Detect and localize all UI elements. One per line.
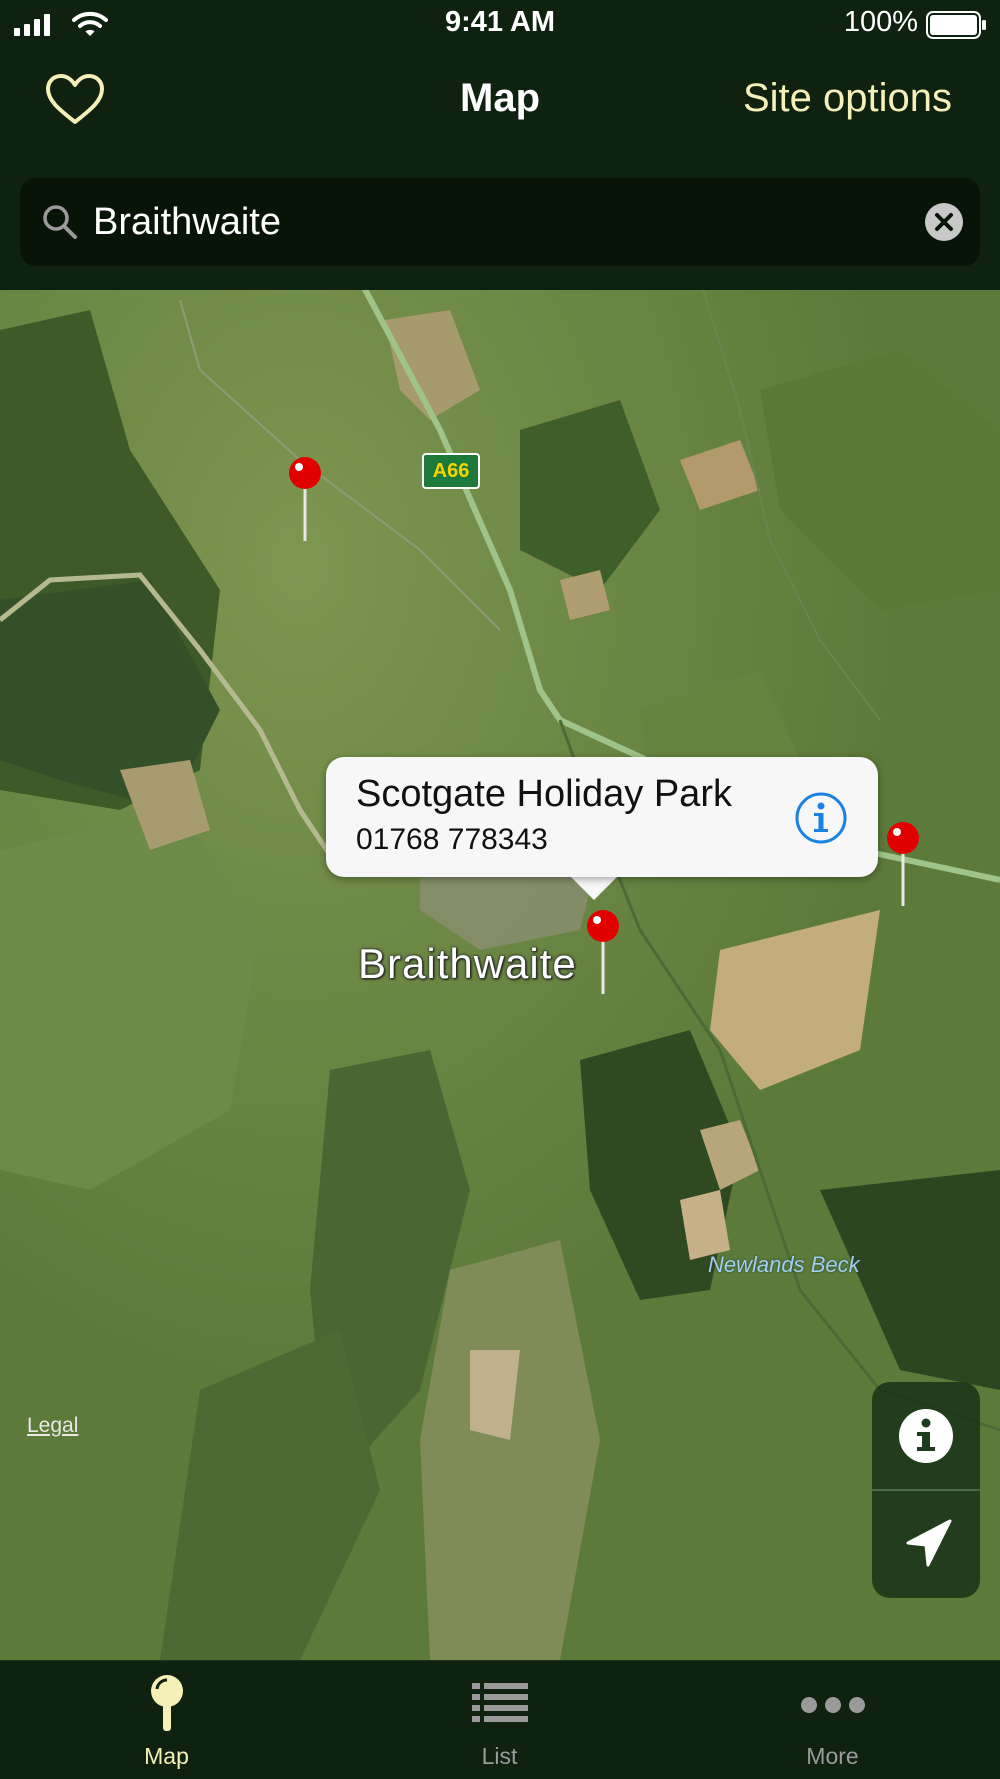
map-pin[interactable] [285, 455, 325, 545]
callout-title: Scotgate Holiday Park [356, 773, 732, 815]
map-controls [872, 1382, 980, 1598]
map-pin-selected[interactable] [583, 908, 623, 998]
search-icon [43, 205, 77, 239]
clear-circle-icon[interactable] [924, 202, 964, 242]
tab-more[interactable]: More [666, 1661, 999, 1779]
tab-list[interactable]: List [333, 1661, 666, 1779]
tab-bar: Map List More [0, 1660, 1000, 1779]
pin-callout[interactable]: Scotgate Holiday Park 01768 778343 [326, 757, 878, 877]
info-icon [899, 1409, 953, 1463]
tab-label: Map [144, 1743, 189, 1769]
pin-icon [150, 1675, 183, 1731]
tab-label: List [481, 1743, 518, 1769]
info-circle-icon[interactable] [794, 791, 848, 845]
battery-percent: 100% [843, 6, 918, 38]
tab-map[interactable]: Map [0, 1661, 333, 1779]
road-shield: A66 [422, 453, 480, 489]
town-label: Braithwaite [358, 940, 577, 987]
status-bar: 9:41 AM 100% [0, 0, 1000, 50]
battery-icon [926, 11, 986, 39]
ellipsis-icon [800, 1697, 865, 1713]
search-input[interactable]: Braithwaite [93, 178, 281, 266]
map-info-button[interactable] [872, 1382, 980, 1490]
site-options-button[interactable]: Site options [743, 76, 952, 121]
nav-bar: Map Site options [0, 50, 1000, 155]
map-view[interactable]: A66 Braithwaite Newlands Beck Scotgate H… [0, 290, 1000, 1660]
tab-label: More [806, 1743, 859, 1769]
locate-me-button[interactable] [872, 1491, 980, 1598]
river-label: Newlands Beck [708, 1252, 860, 1277]
search-bar: Braithwaite [20, 178, 980, 266]
map-pin[interactable] [883, 820, 923, 910]
legal-link[interactable]: Legal [27, 1414, 78, 1438]
callout-phone: 01768 778343 [356, 823, 548, 856]
list-icon [471, 1683, 528, 1722]
search-area: Braithwaite [0, 154, 1000, 290]
location-arrow-icon [906, 1519, 952, 1567]
